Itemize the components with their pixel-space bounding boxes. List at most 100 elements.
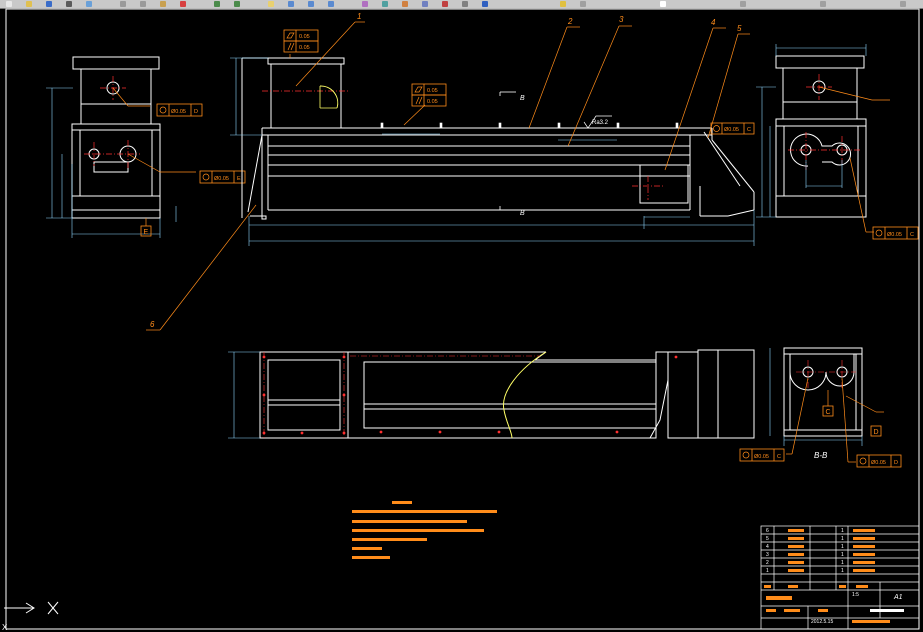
properties-icon[interactable]: [362, 1, 368, 7]
top-plan-view[interactable]: [259, 349, 755, 439]
help-icon[interactable]: [482, 1, 488, 7]
layer-state-icon[interactable]: [580, 1, 586, 7]
section-view-label: B-B: [814, 451, 828, 460]
parts-list[interactable]: 6 1 5 1 4 1 3 1 2 1 1 1 1:5 A1 2012.5.15: [764, 528, 904, 625]
layer-manager-icon[interactable]: [560, 1, 566, 7]
balloon-6[interactable]: 6: [150, 320, 155, 329]
bottom-right-tolerance-frame[interactable]: Ø0.05 D: [856, 454, 902, 468]
main-front-view[interactable]: [241, 57, 755, 220]
part-qty: 1: [841, 528, 844, 534]
section-b-b-view[interactable]: [783, 347, 863, 437]
part-name: [788, 545, 804, 548]
left-view-centerlines: [84, 76, 140, 168]
balloon-5[interactable]: 5: [737, 24, 742, 33]
left-position-datum: D: [194, 109, 198, 115]
position-tolerance-icon: [742, 451, 750, 459]
balloon-4[interactable]: 4: [711, 18, 716, 27]
ucs-icon[interactable]: [4, 601, 59, 615]
right-front-tolerance-frame[interactable]: Ø0.05 C: [710, 122, 755, 135]
design-center-icon[interactable]: [382, 1, 388, 7]
left-mid-position-tolerance: Ø0.05: [214, 176, 229, 182]
section-cut-marks: [499, 91, 516, 211]
part-name: [788, 553, 804, 556]
top-parallel-value: 0.05: [299, 45, 310, 51]
part-qty: 1: [841, 552, 844, 558]
save-icon[interactable]: [46, 1, 52, 7]
undo-icon[interactable]: [214, 1, 220, 7]
sheet-set-icon[interactable]: [422, 1, 428, 7]
top-view-dimensions: [228, 351, 260, 439]
part-name: [788, 569, 804, 572]
right-lower-tolerance-frame[interactable]: Ø0.05 C: [872, 226, 919, 240]
title-block[interactable]: [760, 525, 920, 630]
top-flatness-value: 0.05: [299, 34, 310, 40]
left-upper-tolerance-frame[interactable]: Ø0.05 D: [156, 103, 203, 117]
notes-line-5: [352, 547, 382, 550]
sheet-count-cell: [870, 609, 904, 612]
zoom-window-icon[interactable]: [308, 1, 314, 7]
pan-icon[interactable]: [268, 1, 274, 7]
part-material: [853, 529, 875, 532]
redo-icon[interactable]: [234, 1, 240, 7]
command-cursor: X: [2, 623, 8, 632]
part-no: 3: [766, 552, 769, 558]
part-qty: 1: [841, 568, 844, 574]
part-name: [788, 537, 804, 540]
position-tolerance-icon: [859, 457, 867, 465]
print-icon[interactable]: [66, 1, 72, 7]
linetype-control-icon[interactable]: [740, 1, 746, 7]
paste-icon[interactable]: [160, 1, 166, 7]
datum-d-marker[interactable]: D: [870, 425, 882, 437]
balloon-3[interactable]: 3: [619, 15, 624, 24]
zoom-previous-icon[interactable]: [328, 1, 334, 7]
part-qty: 1: [841, 536, 844, 542]
parts-list-row: 4 1: [766, 544, 875, 550]
parts-list-row: 6 1: [766, 528, 875, 534]
plot-style-icon[interactable]: [900, 1, 906, 7]
color-control-icon[interactable]: [660, 1, 666, 7]
section-mark-bottom: B: [520, 210, 525, 217]
lineweight-control-icon[interactable]: [820, 1, 826, 7]
bottom-left-tolerance-frame[interactable]: Ø0.05 C: [739, 448, 785, 462]
top-view-centerlines: [263, 352, 540, 438]
part-material: [853, 545, 875, 548]
datum-c-marker[interactable]: C: [822, 405, 834, 417]
calculator-icon[interactable]: [462, 1, 468, 7]
left-mid-tolerance-frame[interactable]: Ø0.05 E: [199, 170, 246, 184]
balloon-2[interactable]: 2: [567, 17, 573, 26]
bottom-right-position-datum: D: [894, 460, 898, 466]
part-material: [853, 561, 875, 564]
top-tolerance-frames[interactable]: 0.05 0.05: [283, 29, 319, 53]
position-tolerance-icon: [202, 173, 210, 181]
zoom-realtime-icon[interactable]: [288, 1, 294, 7]
markup-icon[interactable]: [442, 1, 448, 7]
left-position-tolerance: Ø0.05: [171, 109, 186, 115]
part-name: [788, 529, 804, 532]
title-block-info: 1:5 A1 2012.5.15: [766, 592, 904, 625]
copy-icon[interactable]: [140, 1, 146, 7]
bottom-right-position-tolerance: Ø0.05: [871, 460, 886, 466]
technical-notes[interactable]: [352, 501, 497, 559]
left-end-view[interactable]: [71, 56, 161, 219]
header-qty-cell: [839, 585, 846, 588]
position-tolerance-icon: [159, 106, 167, 114]
right-end-view[interactable]: [775, 55, 867, 218]
drawing-name-cell: [766, 596, 792, 600]
new-file-icon[interactable]: [6, 1, 12, 7]
open-file-icon[interactable]: [26, 1, 32, 7]
right-front-position-tolerance: Ø0.05: [724, 127, 739, 133]
part-qty: 1: [841, 560, 844, 566]
mid-tolerance-frames[interactable]: 0.05 0.05: [411, 83, 447, 107]
command-line[interactable]: X: [2, 623, 7, 632]
designer-name-cell: [784, 609, 800, 612]
tool-palette-icon[interactable]: [402, 1, 408, 7]
balloon-1[interactable]: 1: [357, 12, 361, 21]
match-properties-icon[interactable]: [180, 1, 186, 7]
parallelism-icon: [415, 96, 423, 105]
surface-finish-symbol[interactable]: Ra3.2: [583, 115, 612, 129]
cut-icon[interactable]: [120, 1, 126, 7]
drawing-canvas[interactable]: Ø0.05 D Ø0.05 E E B B 1 2 3 4 5 6 0.05 0…: [0, 8, 923, 632]
part-no: 4: [766, 544, 769, 550]
preview-icon[interactable]: [86, 1, 92, 7]
datum-e-marker[interactable]: E: [140, 225, 152, 237]
